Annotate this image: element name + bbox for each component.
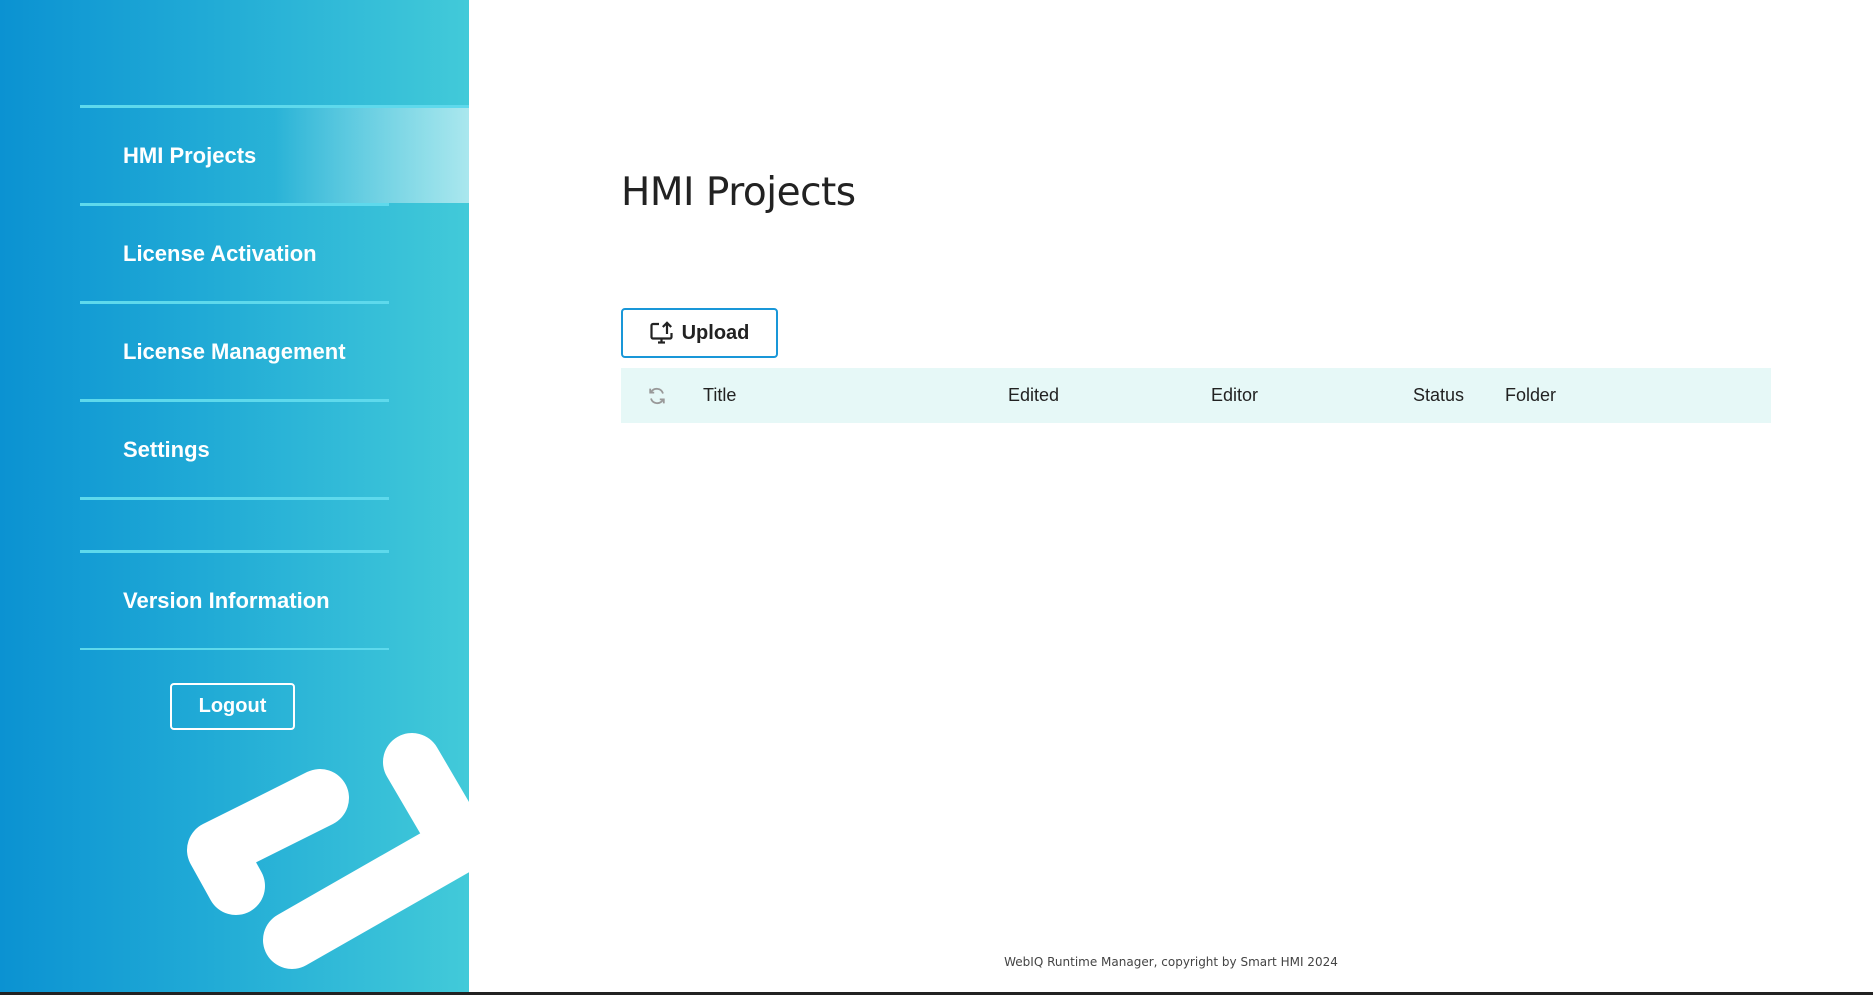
upload-monitor-icon <box>650 321 673 344</box>
sidebar-item-label: HMI Projects <box>123 142 257 168</box>
footer-copyright: WebIQ Runtime Manager, copyright by Smar… <box>1004 955 1338 969</box>
sidebar-item-label: Version Information <box>123 587 330 613</box>
page-title: HMI Projects <box>621 170 856 215</box>
sidebar-nav: HMI Projects License Activation License … <box>80 105 469 650</box>
sidebar-divider <box>80 648 389 650</box>
sidebar-item-label: License Activation <box>123 240 317 266</box>
column-header-status[interactable]: Status <box>1413 368 1464 423</box>
sidebar-item-label: License Management <box>123 338 346 364</box>
refresh-icon[interactable] <box>647 386 667 406</box>
column-header-edited[interactable]: Edited <box>1008 368 1059 423</box>
table-header: Title Edited Editor Status Folder <box>621 368 1771 423</box>
sidebar: HMI Projects License Activation License … <box>0 0 469 992</box>
sidebar-item-version-information[interactable]: Version Information <box>80 550 389 648</box>
column-header-folder[interactable]: Folder <box>1505 368 1556 423</box>
sidebar-item-license-activation[interactable]: License Activation <box>80 203 389 301</box>
sidebar-item-label: Settings <box>123 436 210 462</box>
sidebar-item-settings[interactable]: Settings <box>80 399 389 497</box>
column-header-editor[interactable]: Editor <box>1211 368 1258 423</box>
sidebar-divider <box>80 497 389 550</box>
column-header-title[interactable]: Title <box>703 368 736 423</box>
upload-button[interactable]: Upload <box>621 308 778 358</box>
upload-button-label: Upload <box>681 321 750 344</box>
sidebar-item-license-management[interactable]: License Management <box>80 301 389 399</box>
app-window: HMI Projects License Activation License … <box>0 0 1873 995</box>
main-content: HMI Projects Upload Title Edited Editor … <box>469 0 1873 992</box>
brand-logo-mark <box>187 733 469 969</box>
sidebar-item-hmi-projects[interactable]: HMI Projects <box>80 105 469 206</box>
